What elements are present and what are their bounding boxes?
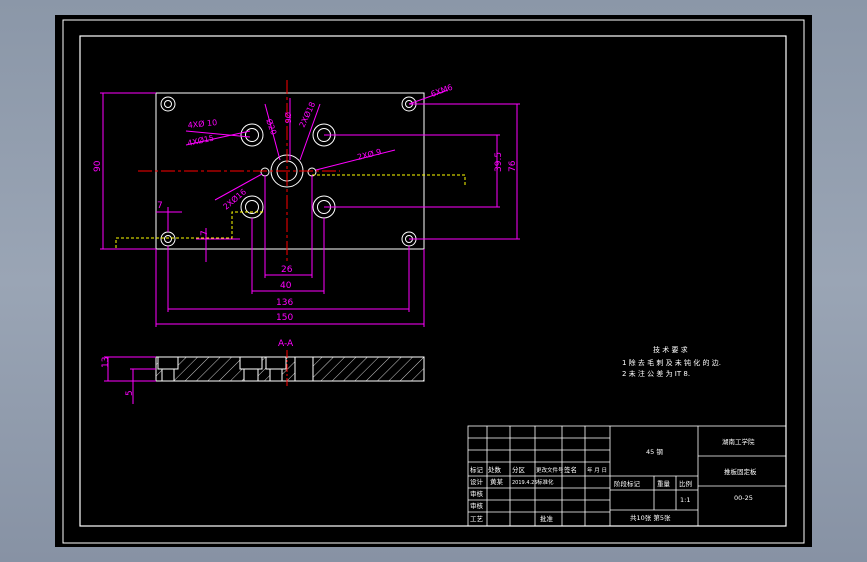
dim-26: 26	[281, 265, 293, 275]
dim-13: 13	[101, 357, 111, 368]
tb-design-0: 设计	[470, 477, 484, 486]
tech-line-1: 1 除 去 毛 刺 及 未 钝 化 的 边.	[622, 358, 721, 367]
tech-line-2: 2 未 注 公 差 为 IT 8.	[622, 369, 690, 378]
tb-rev-h2: 分区	[512, 465, 526, 474]
dim-40: 40	[280, 281, 292, 291]
tb-rev-h3: 更改文件号	[536, 466, 564, 474]
section-body	[155, 356, 425, 382]
dim-90: 90	[93, 160, 103, 172]
callout-d6: Ø6	[283, 112, 293, 123]
dim-7-bottom: 7	[200, 230, 210, 236]
tb-design-2: 2019.4.25	[512, 480, 537, 486]
tb-sheet-info: 共10张 第5张	[630, 513, 671, 522]
section-label: A-A	[278, 339, 294, 349]
tb-stage-h2: 比例	[679, 479, 692, 488]
dim-76: 76	[508, 160, 518, 172]
tb-left-1: 审核	[470, 501, 484, 510]
dim-7-left: 7	[157, 201, 163, 211]
tb-left-0: 审核	[470, 489, 484, 498]
tb-company: 湖南工学院	[722, 437, 755, 446]
tb-approve: 批准	[540, 514, 554, 523]
tb-stage-h0: 阶段标记	[614, 479, 641, 488]
dim-39-5: 39.5	[494, 152, 504, 172]
dim-136: 136	[276, 298, 293, 308]
tb-rev-h1: 处数	[488, 465, 502, 474]
tb-material: 45 钢	[646, 448, 663, 456]
tb-stage-h1: 重量	[657, 480, 671, 488]
tb-design-1: 黄某	[490, 477, 504, 486]
tb-rev-h4: 签名	[564, 465, 577, 474]
tb-scale: 1:1	[680, 496, 690, 504]
tb-left-2: 工艺	[470, 515, 484, 523]
tb-rev-h5: 年 月 日	[587, 466, 607, 474]
dim-150: 150	[276, 313, 293, 323]
tb-rev-h0: 标记	[470, 465, 484, 474]
tb-drawing-no: 00-25	[734, 494, 753, 502]
tb-design-3: 标准化	[537, 478, 554, 486]
cad-drawing-viewport: 90 76 39.5 7 7 26 40 136 150 13 5 4XØ 10…	[55, 15, 812, 547]
section-view	[155, 356, 425, 382]
tech-title: 技 术 要 求	[653, 345, 688, 354]
tb-part-name: 推板固定板	[724, 467, 757, 476]
